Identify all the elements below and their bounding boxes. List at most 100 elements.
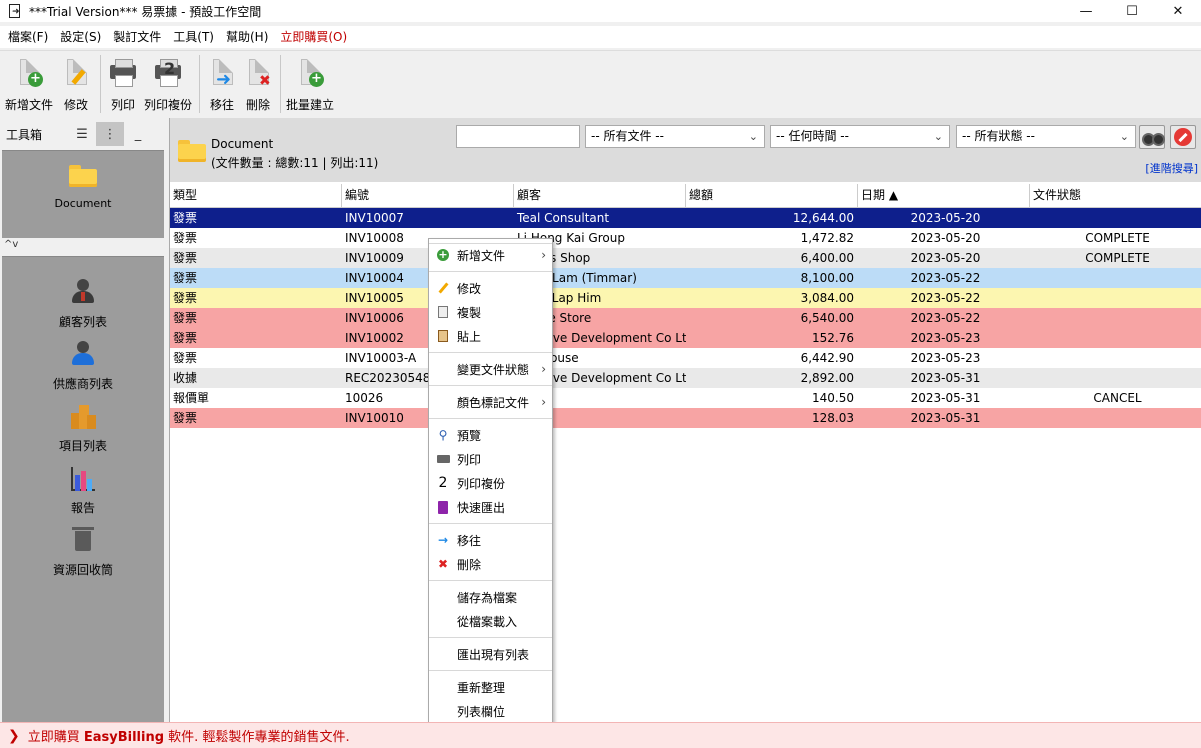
ctx-label: 列表欄位 bbox=[457, 704, 506, 719]
print-copies-button[interactable]: 2 列印複份 bbox=[141, 51, 195, 113]
menu-separator bbox=[429, 666, 552, 675]
column-header-customer[interactable]: 顧客 bbox=[514, 184, 686, 208]
cell-total: 140.50 bbox=[812, 391, 854, 405]
table-row[interactable]: 發票INV10003-ATop House6,442.902023-05-23 bbox=[170, 348, 1201, 368]
cell-type: 發票 bbox=[173, 311, 198, 325]
cell-total: 152.76 bbox=[812, 331, 854, 345]
clear-filter-button[interactable] bbox=[1170, 125, 1196, 149]
printer-icon bbox=[107, 57, 139, 88]
print-button[interactable]: 列印 bbox=[105, 51, 141, 113]
delete-button[interactable]: ✖ 刪除 bbox=[240, 51, 276, 113]
cell-type: 收據 bbox=[173, 371, 198, 385]
minimize-button[interactable]: — bbox=[1063, 0, 1109, 22]
menu-separator bbox=[429, 381, 552, 390]
ctx-load-from-file[interactable]: 從檔案載入 bbox=[429, 609, 552, 633]
cell-date: 2023-05-22 bbox=[910, 291, 981, 305]
ctx-print-copies[interactable]: 2 列印複份 bbox=[429, 471, 552, 495]
close-button[interactable]: ✕ bbox=[1155, 0, 1201, 22]
cell-total: 128.03 bbox=[812, 411, 854, 425]
printer-icon bbox=[429, 455, 457, 463]
ctx-label: 顏色標記文件 bbox=[457, 395, 530, 410]
ctx-edit[interactable]: 修改 bbox=[429, 276, 552, 300]
cell-total: 8,100.00 bbox=[800, 271, 854, 285]
minimize-panel-icon[interactable]: _ bbox=[124, 122, 152, 146]
table-row[interactable]: 發票 INV10005 Chan Lap Him 3,084.00 2023-05-22 bbox=[170, 288, 1201, 308]
ctx-refresh[interactable]: 重新整理 bbox=[429, 675, 552, 699]
search-input[interactable] bbox=[456, 125, 580, 148]
ctx-list-columns[interactable]: 列表欄位 bbox=[429, 699, 552, 723]
banner-text: 立即購買 EasyBilling 軟件. 輕鬆製作專業的銷售文件. bbox=[28, 726, 350, 745]
table-row[interactable]: 發票 INV10004 Peter Lam (Timmar) 8,100.00 2023… bbox=[170, 268, 1201, 288]
toolbox-title: 工具箱 bbox=[6, 127, 43, 142]
sidebar-item-reports[interactable]: 報告 bbox=[2, 455, 164, 517]
column-header-total[interactable]: 總額 bbox=[686, 184, 858, 208]
document-category[interactable]: Document bbox=[2, 150, 164, 238]
menu-help[interactable]: 幫助(H) bbox=[220, 27, 274, 47]
folder-icon bbox=[69, 165, 97, 187]
ctx-export-list[interactable]: 匯出現有列表 bbox=[429, 642, 552, 666]
magnifier-icon: ⚲ bbox=[438, 428, 448, 442]
column-header-date[interactable]: 日期 ▲ bbox=[858, 184, 1030, 208]
sidebar-item-items[interactable]: 項目列表 bbox=[2, 393, 164, 455]
search-binoculars-icon[interactable] bbox=[1139, 125, 1165, 149]
sidebar-item-recycle-bin[interactable]: 資源回收筒 bbox=[2, 517, 164, 579]
cell-date: 2023-05-31 bbox=[910, 371, 981, 385]
submenu-arrow-icon: › bbox=[541, 362, 546, 376]
table-row[interactable]: 發票 INV10009 Mary's Shop 6,400.00 2023-05-20 C… bbox=[170, 248, 1201, 268]
ctx-change-status[interactable]: 變更文件狀態 › bbox=[429, 357, 552, 381]
advanced-search-link[interactable]: [進階搜尋] bbox=[1145, 160, 1198, 176]
chevron-down-icon: ⌄ bbox=[933, 130, 943, 143]
filter-bar: Document (文件數量 : 總數:11 | 列出:11) -- 所有文件 … bbox=[170, 118, 1201, 182]
ctx-color-mark[interactable]: 顏色標記文件 › bbox=[429, 390, 552, 414]
drag-handle-icon[interactable]: ⋮ bbox=[96, 122, 124, 146]
document-type-select[interactable]: -- 所有文件 -- ⌄ bbox=[585, 125, 765, 148]
table-row[interactable]: 發票 INV10006 Online Store 6,540.00 2023-05-22 bbox=[170, 308, 1201, 328]
sidebar-item-customers[interactable]: 顧客列表 bbox=[2, 269, 164, 331]
table-row[interactable]: 報價單 10026 140.50 2023-05-31 CANCEL bbox=[170, 388, 1201, 408]
cell-type: 發票 bbox=[173, 211, 198, 225]
status-select[interactable]: -- 所有狀態 -- ⌄ bbox=[956, 125, 1136, 148]
table-row[interactable]: 收據 REC20230548 Creative Development Co Ltd… bbox=[170, 368, 1201, 388]
menu-create-document[interactable]: 製訂文件 bbox=[107, 27, 167, 47]
cell-date: 2023-05-31 bbox=[910, 411, 981, 425]
menu-settings[interactable]: 設定(S) bbox=[54, 27, 107, 47]
toolbar-separator bbox=[100, 55, 101, 113]
new-document-button[interactable]: + 新增文件 bbox=[2, 51, 56, 113]
ctx-quick-export[interactable]: 快速匯出 bbox=[429, 495, 552, 519]
table-row[interactable]: 發票 INV10002 Creative Development Co Ltd 152… bbox=[170, 328, 1201, 348]
ctx-move[interactable]: → 移往 bbox=[429, 528, 552, 552]
table-row[interactable]: 發票 INV10008 Li Hong Kai Group 1,472.82 2023-… bbox=[170, 228, 1201, 248]
menu-file[interactable]: 檔案(F) bbox=[2, 27, 54, 47]
column-header-status[interactable]: 文件狀態 bbox=[1030, 184, 1201, 208]
buy-now-banner[interactable]: ❯ 立即購買 EasyBilling 軟件. 輕鬆製作專業的銷售文件. bbox=[0, 722, 1201, 748]
trash-icon bbox=[69, 527, 97, 555]
maximize-button[interactable]: ☐ bbox=[1109, 0, 1155, 22]
batch-create-button[interactable]: + 批量建立 bbox=[285, 51, 335, 113]
ctx-preview[interactable]: ⚲ 預覽 bbox=[429, 423, 552, 447]
table-row[interactable]: 發票 INV10010 128.03 2023-05-31 bbox=[170, 408, 1201, 428]
ctx-copy[interactable]: 複製 bbox=[429, 300, 552, 324]
time-range-value: -- 任何時間 -- bbox=[776, 129, 849, 143]
cell-total: 1,472.82 bbox=[800, 231, 854, 245]
ctx-paste[interactable]: 貼上 bbox=[429, 324, 552, 348]
edit-icon bbox=[60, 57, 92, 88]
menu-buy-now[interactable]: 立即購買(O) bbox=[274, 27, 353, 47]
column-header-type[interactable]: 類型 bbox=[170, 184, 342, 208]
ctx-save-as-file[interactable]: 儲存為檔案 bbox=[429, 585, 552, 609]
panel-splitter[interactable]: ^v bbox=[0, 238, 166, 254]
cell-total: 6,540.00 bbox=[800, 311, 854, 325]
time-range-select[interactable]: -- 任何時間 -- ⌄ bbox=[770, 125, 950, 148]
copies-number-icon: 2 bbox=[438, 475, 448, 491]
edit-button[interactable]: 修改 bbox=[56, 51, 96, 113]
ctx-label: 重新整理 bbox=[457, 680, 506, 695]
move-button[interactable]: ➜ 移往 bbox=[204, 51, 240, 113]
ctx-new-document[interactable]: + 新增文件 › bbox=[429, 243, 552, 267]
column-header-number[interactable]: 編號 bbox=[342, 184, 514, 208]
sidebar-item-suppliers[interactable]: 供應商列表 bbox=[2, 331, 164, 393]
print-copies-icon: 2 bbox=[152, 57, 184, 88]
ctx-delete[interactable]: ✖ 刪除 bbox=[429, 552, 552, 576]
list-view-icon[interactable]: ☰ bbox=[68, 122, 96, 146]
ctx-print[interactable]: 列印 bbox=[429, 447, 552, 471]
table-row[interactable]: 發票 INV10007 Teal Consultant 12,644.00 2023-0… bbox=[170, 208, 1201, 228]
menu-tools[interactable]: 工具(T) bbox=[167, 27, 220, 47]
